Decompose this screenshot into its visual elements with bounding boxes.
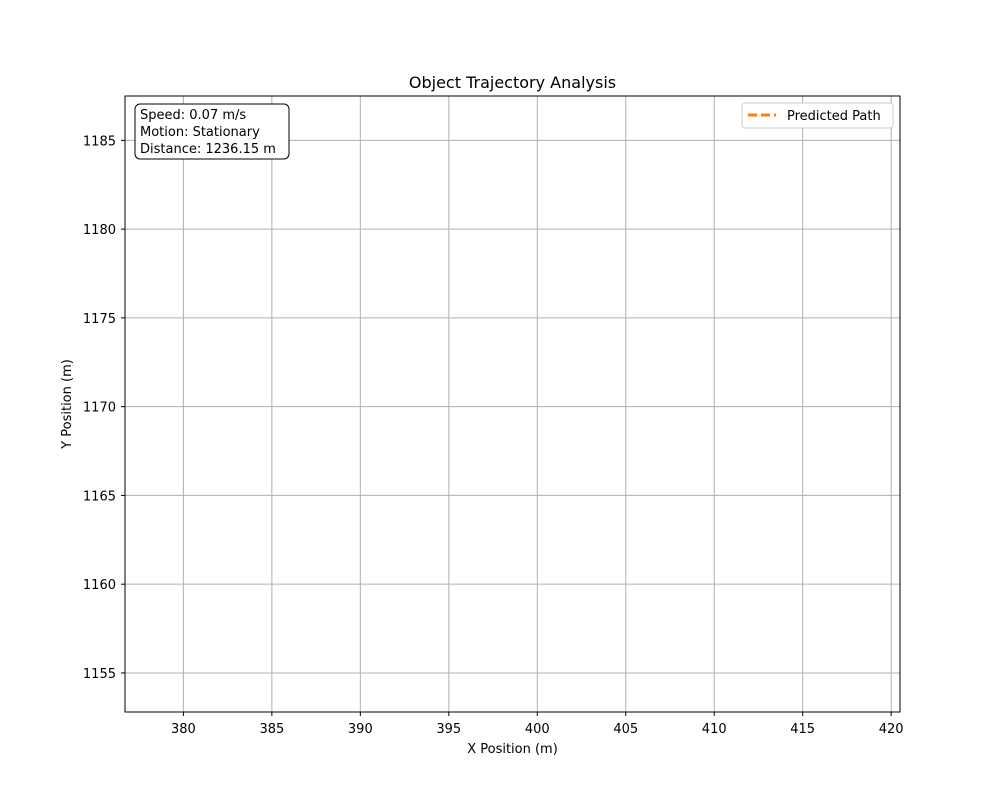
x-tick-label: 400 [525, 722, 550, 737]
x-tick-label: 405 [613, 722, 638, 737]
info-speed-text: Speed: 0.07 m/s [140, 108, 246, 123]
chart-title: Object Trajectory Analysis [409, 73, 616, 92]
info-distance-text: Distance: 1236.15 m [140, 142, 276, 157]
x-tick-label: 410 [702, 722, 727, 737]
legend: Predicted Path [741, 102, 894, 129]
y-tick-label: 1185 [83, 134, 116, 149]
grid-layer [125, 96, 900, 712]
y-axis-label: Y Position (m) [60, 359, 75, 450]
x-axis-label: X Position (m) [467, 742, 558, 757]
y-tick-label: 1165 [83, 489, 116, 504]
axes-frame [124, 95, 901, 713]
x-tick-label: 390 [348, 722, 373, 737]
x-tick-label: 385 [259, 722, 284, 737]
y-tick-label: 1180 [83, 223, 116, 238]
trajectory-chart: 380 385 390 395 400 405 410 415 420 1155 1160 1165 1… [60, 73, 904, 757]
y-tick-label: 1170 [83, 401, 116, 416]
info-box: Speed: 0.07 m/s Motion: Stationary Dista… [134, 103, 290, 160]
tick-layer: 380 385 390 395 400 405 410 415 420 1155 1160 1165 1… [83, 134, 904, 737]
x-tick-label: 415 [790, 722, 815, 737]
y-tick-label: 1155 [83, 667, 116, 682]
info-motion-text: Motion: Stationary [140, 125, 260, 140]
y-tick-label: 1175 [83, 312, 116, 327]
x-tick-label: 395 [436, 722, 461, 737]
y-tick-label: 1160 [83, 578, 116, 593]
x-tick-label: 420 [879, 722, 904, 737]
legend-label-predicted-path: Predicted Path [787, 109, 881, 124]
x-tick-label: 380 [171, 722, 196, 737]
